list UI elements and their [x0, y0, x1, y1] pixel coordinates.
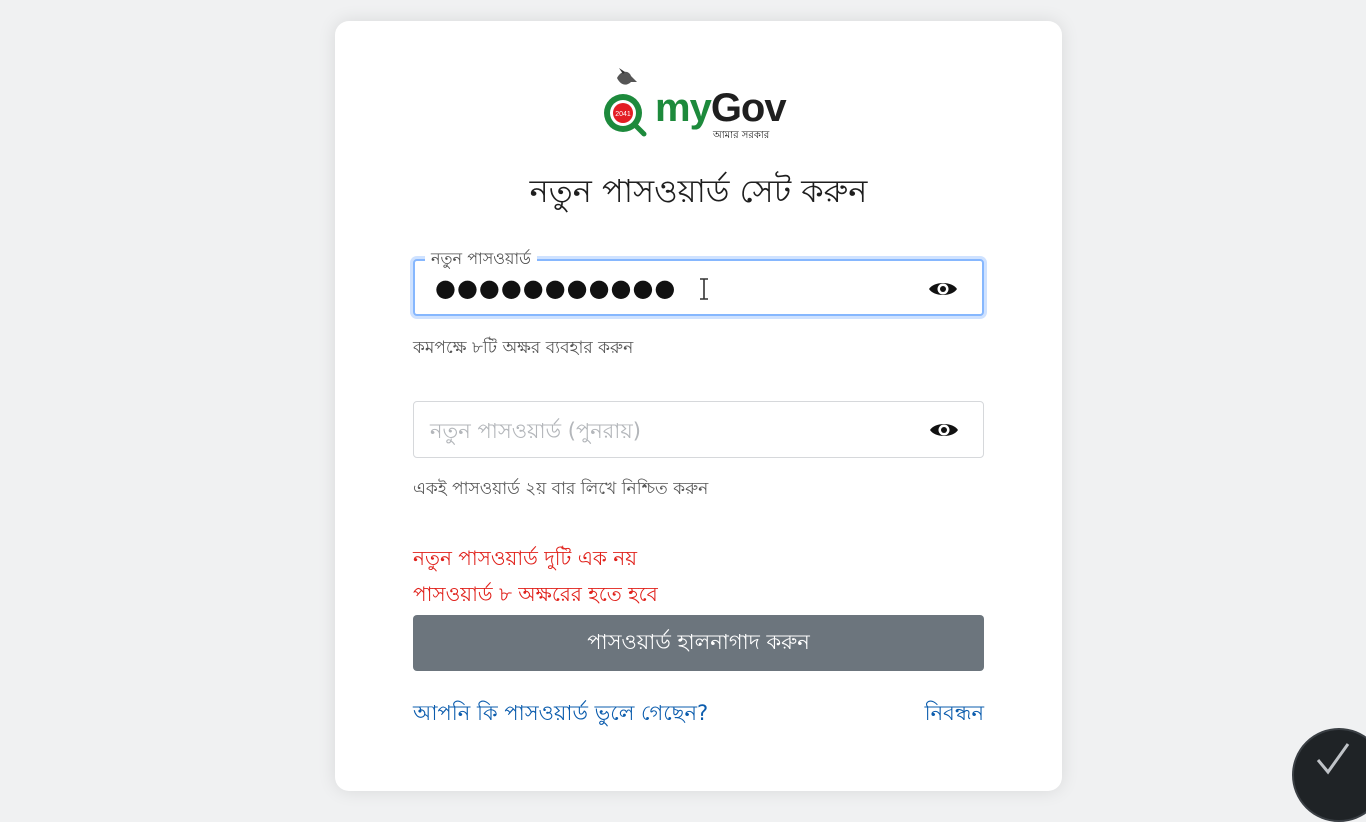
new-password-value: ●●●●●●●●●●●	[435, 274, 677, 302]
new-password-field[interactable]: নতুন পাসওয়ার্ড ●●●●●●●●●●●	[413, 246, 984, 316]
logo-badge-text: 2041	[615, 111, 631, 118]
corner-overlay-badge	[1292, 728, 1366, 822]
confirm-password-help: একই পাসওয়ার্ড ২য় বার লিখে নিশ্চিত করুন	[413, 479, 709, 499]
confirm-password-field[interactable]: নতুন পাসওয়ার্ড (পুনরায়)	[413, 401, 984, 458]
error-mismatch: নতুন পাসওয়ার্ড দুটি এক নয়	[413, 546, 637, 570]
mygov-logo: 2041 myGov আমার সরকার	[603, 68, 803, 144]
new-password-label: নতুন পাসওয়ার্ড	[425, 246, 537, 273]
login-card: 2041 myGov আমার সরকার নতুন পাসওয়ার্ড সে…	[335, 21, 1062, 791]
forgot-password-link[interactable]: আপনি কি পাসওয়ার্ড ভুলে গেছেন?	[413, 697, 708, 732]
register-link[interactable]: নিবন্ধন	[925, 697, 984, 732]
logo-word-my: my	[655, 86, 712, 130]
error-min-length: পাসওয়ার্ড ৮ অক্ষরের হতে হবে	[413, 582, 658, 606]
logo-wordmark: myGov	[655, 86, 787, 130]
text-cursor-icon	[700, 278, 708, 300]
new-password-help: কমপক্ষে ৮টি অক্ষর ব্যবহার করুন	[413, 338, 634, 358]
check-icon	[1316, 743, 1350, 775]
mygov-emblem-icon: 2041	[604, 68, 647, 137]
page-title: নতুন পাসওয়ার্ড সেট করুন	[529, 172, 868, 210]
update-password-button[interactable]: পাসওয়ার্ড হালনাগাদ করুন	[413, 615, 984, 671]
confirm-password-placeholder: নতুন পাসওয়ার্ড (পুনরায়)	[430, 419, 641, 443]
show-password-eye-icon[interactable]	[928, 278, 958, 300]
logo-tagline: আমার সরকার	[713, 130, 770, 141]
show-confirm-password-eye-icon[interactable]	[929, 419, 959, 441]
logo-word-gov: Gov	[710, 86, 787, 130]
